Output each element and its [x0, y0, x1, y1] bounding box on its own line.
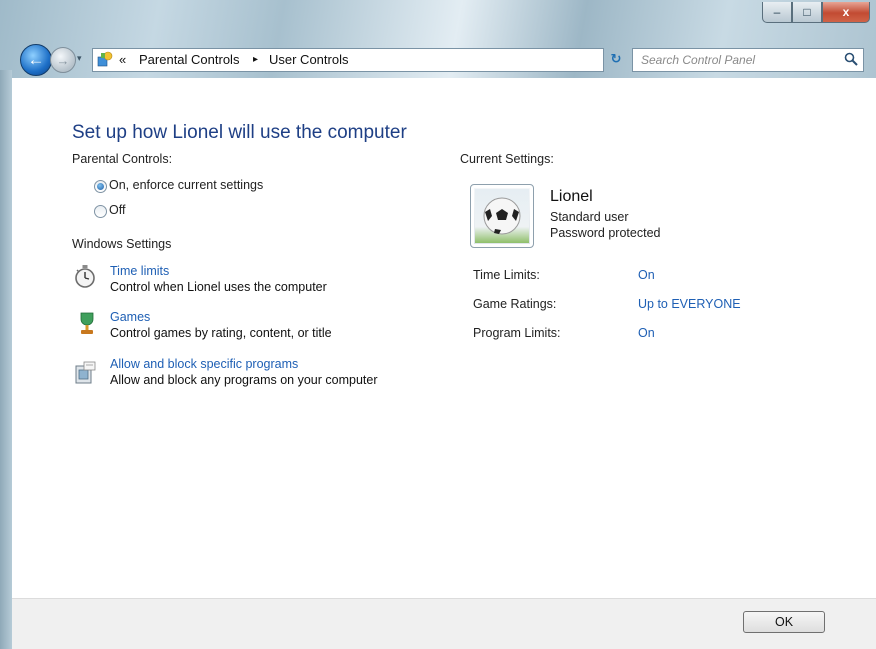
soccer-ball-icon: [475, 189, 529, 243]
window-chrome: – □ x ← → ▾ « Parental Controls ▸ User C…: [0, 0, 876, 78]
breadcrumb-separator[interactable]: ▸: [253, 54, 258, 65]
games-description: Control games by rating, content, or tit…: [110, 326, 332, 340]
close-button[interactable]: x: [822, 2, 870, 23]
time-limits-setting-label: Time Limits:: [473, 268, 540, 282]
ok-button[interactable]: OK: [743, 611, 825, 633]
allow-block-programs-link[interactable]: Allow and block specific programs: [110, 357, 298, 371]
parental-controls-label: Parental Controls:: [72, 152, 173, 166]
radio-off-label[interactable]: Off: [109, 203, 125, 217]
windows-settings-label: Windows Settings: [72, 237, 172, 251]
breadcrumb-overflow[interactable]: «: [119, 52, 126, 67]
footer-bar: OK: [12, 598, 876, 649]
recent-pages-dropdown[interactable]: ▾: [77, 53, 82, 64]
stopwatch-icon: [75, 265, 95, 288]
back-button[interactable]: ←: [20, 44, 52, 76]
games-link[interactable]: Games: [110, 310, 150, 324]
maximize-button[interactable]: □: [792, 2, 822, 23]
breadcrumb-user-controls[interactable]: User Controls: [269, 52, 348, 67]
trophy-icon: [80, 312, 94, 334]
program-limits-setting-label: Program Limits:: [473, 326, 561, 340]
window-buttons: – □ x: [762, 2, 870, 26]
user-name: Lionel: [550, 188, 593, 205]
password-status: Password protected: [550, 226, 661, 240]
control-panel-icon: [97, 51, 113, 67]
radio-off[interactable]: [94, 205, 107, 218]
game-ratings-setting-label: Game Ratings:: [473, 297, 557, 311]
allow-block-programs-description: Allow and block any programs on your com…: [110, 373, 378, 387]
program-icon: [75, 361, 96, 384]
program-limits-setting-value[interactable]: On: [638, 326, 655, 340]
address-bar[interactable]: « Parental Controls ▸ User Controls ▾: [92, 48, 666, 72]
user-avatar: [470, 184, 534, 248]
search-box[interactable]: [632, 48, 864, 72]
search-input[interactable]: [639, 51, 833, 69]
radio-on[interactable]: [94, 180, 107, 193]
refresh-button[interactable]: ↻: [605, 48, 627, 70]
radio-on-label[interactable]: On, enforce current settings: [109, 178, 263, 192]
forward-button[interactable]: →: [50, 47, 76, 73]
back-arrow-icon: ←: [27, 50, 45, 69]
navigation-bar: ← → ▾ « Parental Controls ▸ User Control…: [20, 44, 876, 76]
main-content: Set up how Lionel will use the computer …: [12, 78, 876, 598]
current-settings-label: Current Settings:: [460, 152, 554, 166]
time-limits-link[interactable]: Time limits: [110, 264, 169, 278]
breadcrumb-parental-controls[interactable]: Parental Controls: [139, 52, 239, 67]
minimize-button[interactable]: –: [762, 2, 792, 23]
parental-controls-window: – □ x ← → ▾ « Parental Controls ▸ User C…: [0, 0, 876, 649]
refresh-icon: ↻: [610, 51, 622, 66]
window-left-border: [0, 70, 12, 649]
user-type: Standard user: [550, 210, 629, 224]
page-title: Set up how Lionel will use the computer: [72, 122, 407, 143]
search-icon[interactable]: [843, 51, 859, 67]
game-ratings-setting-value[interactable]: Up to EVERYONE: [638, 297, 741, 311]
forward-arrow-icon: →: [56, 52, 70, 68]
time-limits-setting-value[interactable]: On: [638, 268, 655, 282]
time-limits-description: Control when Lionel uses the computer: [110, 280, 327, 294]
